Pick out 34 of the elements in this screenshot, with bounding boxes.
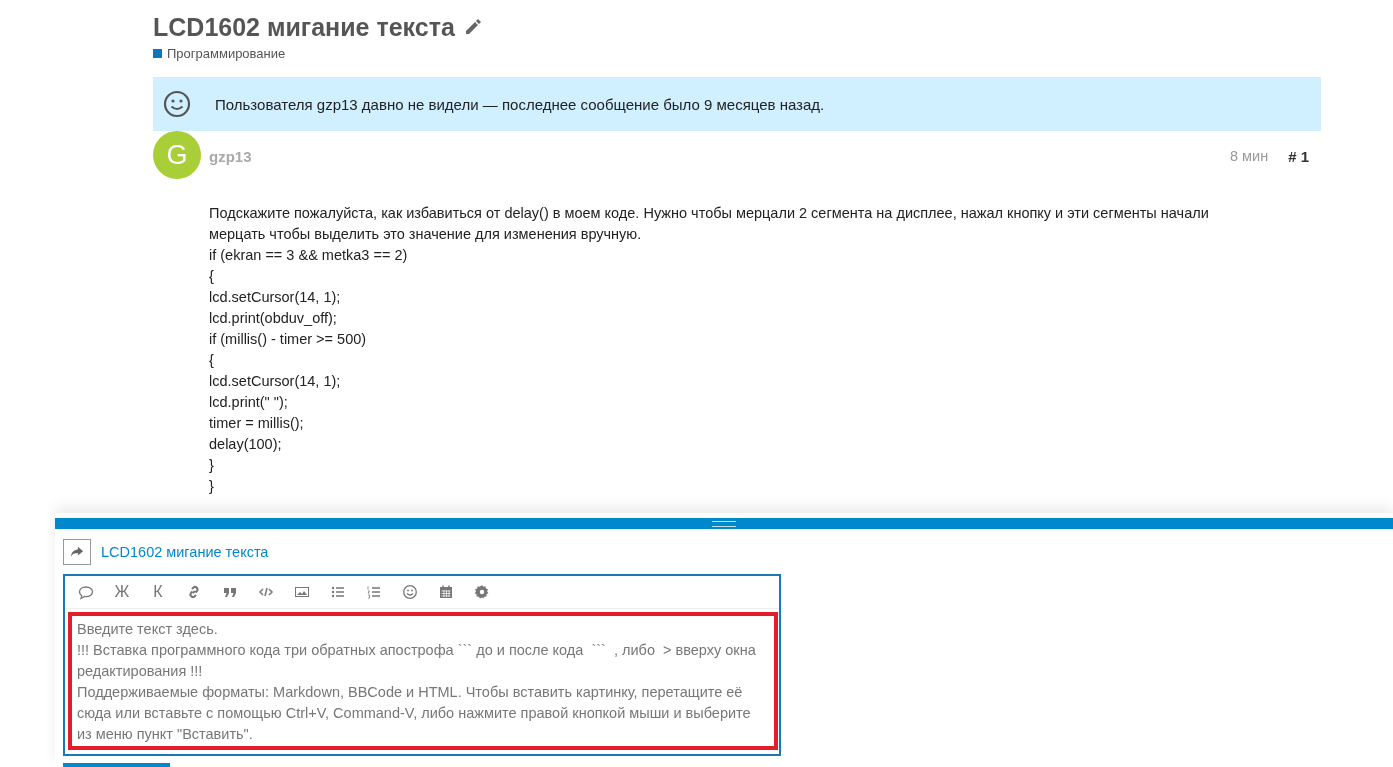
smiley-icon [163, 90, 191, 118]
post-paragraph: Подскажите пожалуйста, как избавиться от delay() в моем коде. Нужно чтобы мерцали 2 сегмента на дисплее, нажал кнопку и эти сегменты начали мерцать чтобы выделить это значение для изменения вручную. [209, 204, 1210, 244]
code-line: timer = millis(); [209, 414, 305, 433]
username[interactable]: gzp13 [209, 147, 1230, 165]
code-line: { [209, 267, 215, 286]
code-line: lcd.print(obduv_off); [209, 309, 338, 328]
code-line: if (millis() - timer >= 500) [209, 330, 368, 349]
code-line: lcd.setCursor(14, 1); [209, 372, 342, 391]
code-line: } [209, 477, 215, 496]
format-button[interactable]: К [140, 578, 176, 606]
code-line: lcd.print(" "); [209, 393, 289, 412]
calendar-icon [438, 584, 454, 600]
category-link[interactable]: Программирование [167, 46, 286, 61]
code-line: lcd.setCursor(14, 1); [209, 288, 342, 307]
bullet-list-icon [330, 584, 346, 600]
post-number: # 1 [1288, 147, 1309, 165]
numbered-list-icon [366, 584, 382, 600]
image-icon [294, 584, 310, 600]
smiley-icon [402, 584, 418, 600]
reply-topic-link[interactable]: LCD1602 мигание текста [101, 544, 269, 560]
topic-title: LCD1602 мигание текста [153, 12, 455, 42]
format-button[interactable]: Ж [104, 578, 140, 606]
link-icon [186, 584, 202, 600]
speech-bubble-icon [78, 584, 94, 600]
code-line: } [209, 456, 215, 475]
settings-icon [474, 584, 490, 600]
code-line: if (ekran == 3 && metka3 == 2) [209, 246, 409, 265]
post-time[interactable]: 8 мин [1229, 148, 1269, 164]
message-input-field[interactable]: Введите текст здесь. !!! Вставка программного кода три обратных апострофа ``` до и после кода ``` , либо > вверху окна редактирования !!! Поддерживаемые форматы: Markdown, BBCode и HTML. Чтобы вставить картинку, перетащите её сюда или вставьте с помощью Ctrl+V, Command-V, либо нажмите правой кнопкой мыши и выберите из меню пункт "Вставить". [68, 612, 778, 750]
code-line: delay(100); [209, 435, 283, 454]
reply-button[interactable] [63, 539, 91, 565]
code-line: { [209, 351, 215, 370]
notice-text: Пользователя gzp13 давно не видели — последнее сообщение было 9 месяцев назад. [215, 95, 825, 113]
share-arrow-icon [70, 545, 84, 559]
